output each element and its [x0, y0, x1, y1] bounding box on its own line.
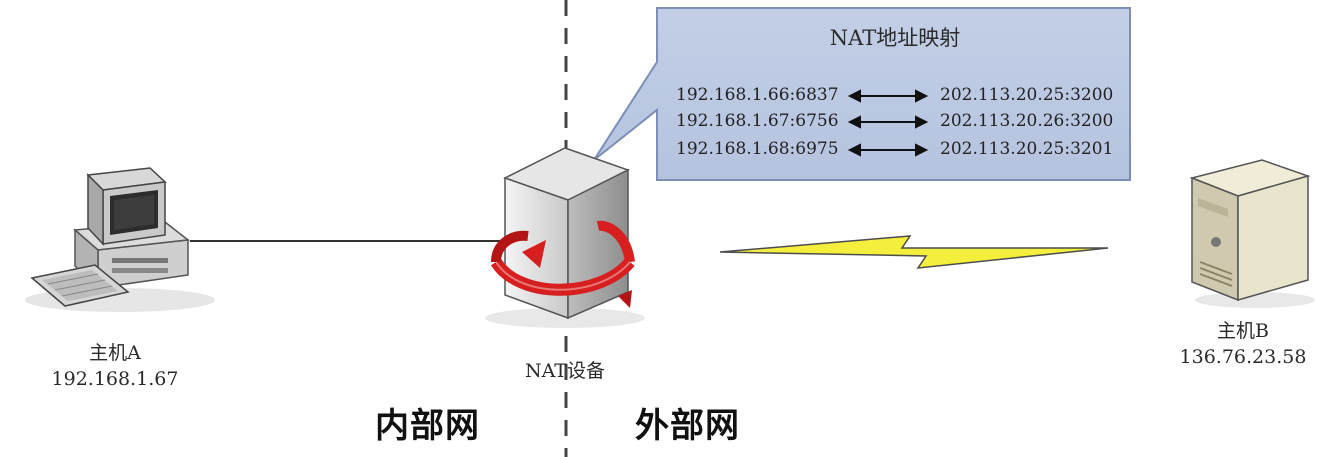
- server-tower-icon: [1189, 159, 1315, 308]
- nat-server-icon: [485, 147, 645, 328]
- desktop-computer-icon: [25, 167, 215, 312]
- mapping-external-3: 202.113.20.25:3201: [940, 139, 1114, 159]
- external-network-label: 外部网: [635, 406, 740, 446]
- nat-mapping-title: NAT地址映射: [829, 26, 961, 50]
- internal-network-label: 内部网: [375, 406, 480, 446]
- mapping-external-2: 202.113.20.26:3200: [940, 111, 1114, 131]
- host-a-label: 主机A 192.168.1.67: [40, 340, 190, 392]
- mapping-internal-2: 192.168.1.67:6756: [676, 111, 839, 131]
- host-a-name: 主机A: [89, 342, 141, 364]
- host-a-ip: 192.168.1.67: [51, 368, 179, 390]
- host-b-label: 主机B 136.76.23.58: [1168, 318, 1318, 370]
- nat-device-label: NAT设备: [525, 360, 605, 382]
- mapping-external-1: 202.113.20.25:3200: [940, 85, 1114, 105]
- lightning-link-icon: [719, 235, 1109, 269]
- nat-diagram-canvas: [25, 0, 1315, 457]
- mapping-internal-3: 192.168.1.68:6975: [676, 139, 839, 159]
- mapping-internal-1: 192.168.1.66:6837: [676, 85, 839, 105]
- host-b-ip: 136.76.23.58: [1179, 346, 1307, 368]
- host-b-name: 主机B: [1217, 320, 1269, 342]
